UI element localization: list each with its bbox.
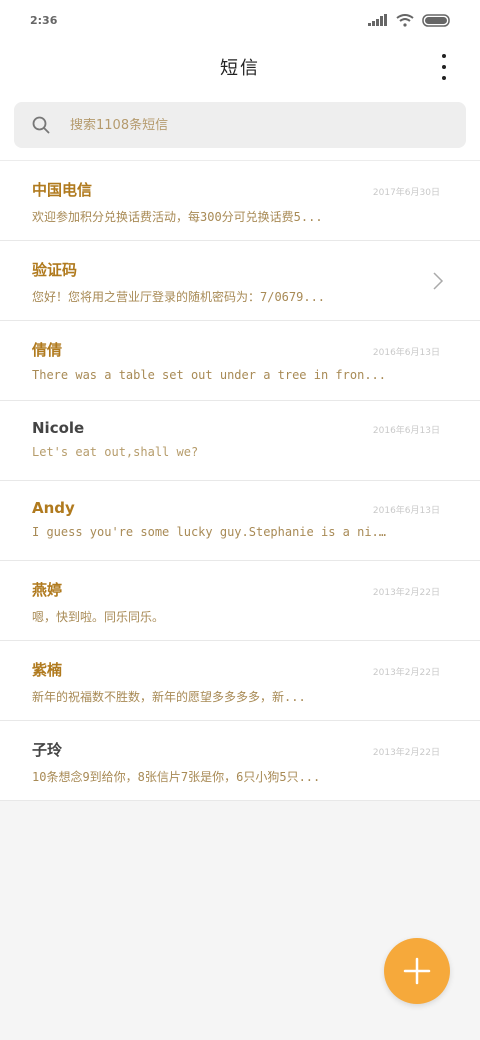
row-header: 中国电信 2017年6月30日: [32, 179, 440, 200]
search-wrapper: [0, 94, 480, 160]
list-item[interactable]: Nicole 2016年6月13日 Let's eat out,shall we…: [0, 401, 480, 481]
list-item[interactable]: 燕婷 2013年2月22日 嗯，快到啦。同乐同乐。: [0, 561, 480, 641]
message-preview: Let's eat out,shall we?: [32, 445, 199, 459]
messages-screen: 2:36 短信 搜索1108条短信 中国电信 2017年6月30日 欢迎参加积分…: [0, 0, 480, 1040]
status-time: 2:36: [30, 13, 58, 27]
message-date: 2017年6月30日: [372, 188, 440, 198]
more-vertical-icon-dot: [442, 76, 446, 80]
row-header: 燕婷 2013年2月22日: [32, 579, 440, 600]
contact-name: 紫楠: [32, 661, 63, 679]
plus-icon: [403, 957, 431, 985]
row-header: 紫楠 2013年2月22日: [32, 659, 440, 680]
row-header: Andy 2016年6月13日: [32, 499, 440, 517]
message-date: 2013年2月22日: [372, 588, 440, 598]
more-vertical-icon: [442, 54, 446, 58]
wifi-icon: [396, 13, 414, 27]
chevron-right-icon: [433, 272, 444, 290]
status-icons: [368, 13, 452, 27]
row-header: 子玲 2013年2月22日: [32, 739, 440, 760]
more-vertical-icon-dot: [442, 65, 446, 69]
contact-name: 中国电信: [32, 181, 93, 199]
message-date: 2013年2月22日: [372, 668, 440, 678]
row-header: 倩倩 2016年6月13日: [32, 339, 440, 360]
page-title: 短信: [220, 58, 260, 79]
title-bar: 短信: [0, 40, 480, 94]
row-header: Nicole 2016年6月13日: [32, 419, 440, 437]
signal-icon: [368, 14, 387, 26]
contact-name: 燕婷: [32, 581, 63, 599]
more-options-button[interactable]: [434, 54, 454, 80]
search-box[interactable]: [14, 102, 466, 148]
contact-name: 验证码: [32, 261, 78, 279]
message-preview: I guess you're some lucky guy.Stephanie …: [32, 525, 392, 539]
list-item[interactable]: 紫楠 2013年2月22日 新年的祝福数不胜数，新年的愿望多多多多，新...: [0, 641, 480, 721]
message-preview: 嗯，快到啦。同乐同乐。: [32, 610, 165, 624]
message-date: 2016年6月13日: [372, 506, 440, 516]
status-bar: 2:36: [0, 0, 480, 40]
search-icon: [32, 116, 50, 134]
list-item[interactable]: 验证码 您好！您将用之营业厅登录的随机密码为：7/0679...: [0, 241, 480, 321]
list-item[interactable]: 倩倩 2016年6月13日 There was a table set out …: [0, 321, 480, 401]
message-date: 2013年2月22日: [372, 748, 440, 758]
row-header: 验证码: [32, 259, 440, 280]
message-preview: 10条想念9到给你，8张信片7张是你，6只小狗5只...: [32, 770, 321, 784]
message-date: 2016年6月13日: [372, 426, 440, 436]
contact-name: Andy: [32, 499, 75, 517]
message-preview: 新年的祝福数不胜数，新年的愿望多多多多，新...: [32, 690, 306, 704]
message-preview: 您好！您将用之营业厅登录的随机密码为：7/0679...: [32, 290, 326, 304]
top-area: 2:36 短信 搜索1108条短信: [0, 0, 480, 160]
contact-name: 倩倩: [32, 341, 63, 359]
list-item[interactable]: Andy 2016年6月13日 I guess you're some luck…: [0, 481, 480, 561]
contact-name: Nicole: [32, 419, 85, 437]
message-preview: There was a table set out under a tree i…: [32, 368, 387, 382]
list-item[interactable]: 子玲 2013年2月22日 10条想念9到给你，8张信片7张是你，6只小狗5只.…: [0, 721, 480, 801]
message-date: 2016年6月13日: [372, 348, 440, 358]
message-preview: 欢迎参加积分兑换话费活动，每300分可兑换话费5...: [32, 210, 323, 224]
compose-button[interactable]: [384, 938, 450, 1004]
search-input[interactable]: [70, 117, 410, 133]
list-item[interactable]: 中国电信 2017年6月30日 欢迎参加积分兑换话费活动，每300分可兑换话费5…: [0, 161, 480, 241]
message-list: 中国电信 2017年6月30日 欢迎参加积分兑换话费活动，每300分可兑换话费5…: [0, 160, 480, 801]
battery-icon: [422, 13, 450, 27]
contact-name: 子玲: [32, 741, 63, 759]
